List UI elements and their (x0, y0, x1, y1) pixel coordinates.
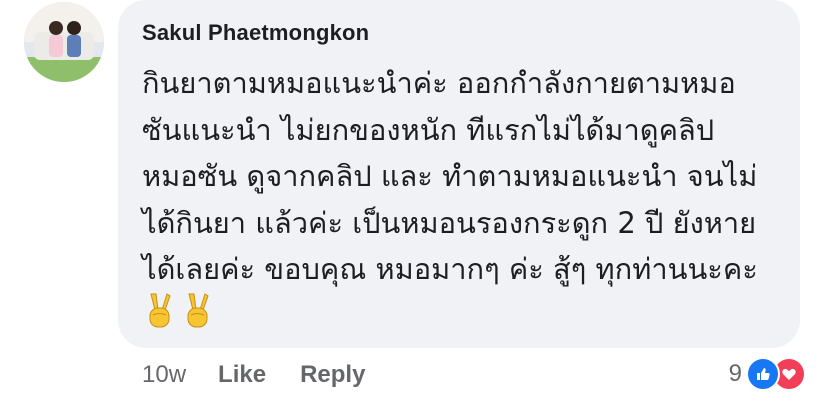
like-button[interactable]: Like (218, 361, 266, 389)
comment-text-line: ได้เลยค่ะ ขอบคุณ หมอมากๆ ค่ะ สู้ๆ ทุกท่า… (142, 252, 758, 286)
comment-text-line: หมอซัน ดูจากคลิป และ ทำตามหมอแนะนำ จนไม่ (142, 159, 758, 193)
like-icon (746, 357, 780, 391)
comment-actions: 10w Like Reply (142, 360, 399, 390)
reaction-count[interactable]: 9 (729, 360, 742, 388)
emoji-row (144, 290, 212, 332)
avatar[interactable] (24, 2, 104, 82)
comment-author[interactable]: Sakul Phaetmongkon (142, 20, 369, 46)
comment-text-line: ซันแนะนำ ไม่ยกของหนัก ทีแรกไม่ได้มาดูคลิ… (142, 113, 715, 147)
comment-text-line: กินยาตามหมอแนะนำค่ะ ออกกำลังกายตามหมอ (142, 66, 736, 100)
reply-button[interactable]: Reply (300, 361, 365, 389)
victory-hand-emoji (182, 290, 212, 330)
comment-timestamp[interactable]: 10w (142, 361, 186, 389)
comment-text-line: ได้กินยา แล้วค่ะ เป็นหมอนรองกระดูก 2 ปี … (142, 206, 757, 240)
reaction-summary[interactable]: 9 (729, 357, 806, 391)
victory-hand-emoji (144, 290, 174, 330)
